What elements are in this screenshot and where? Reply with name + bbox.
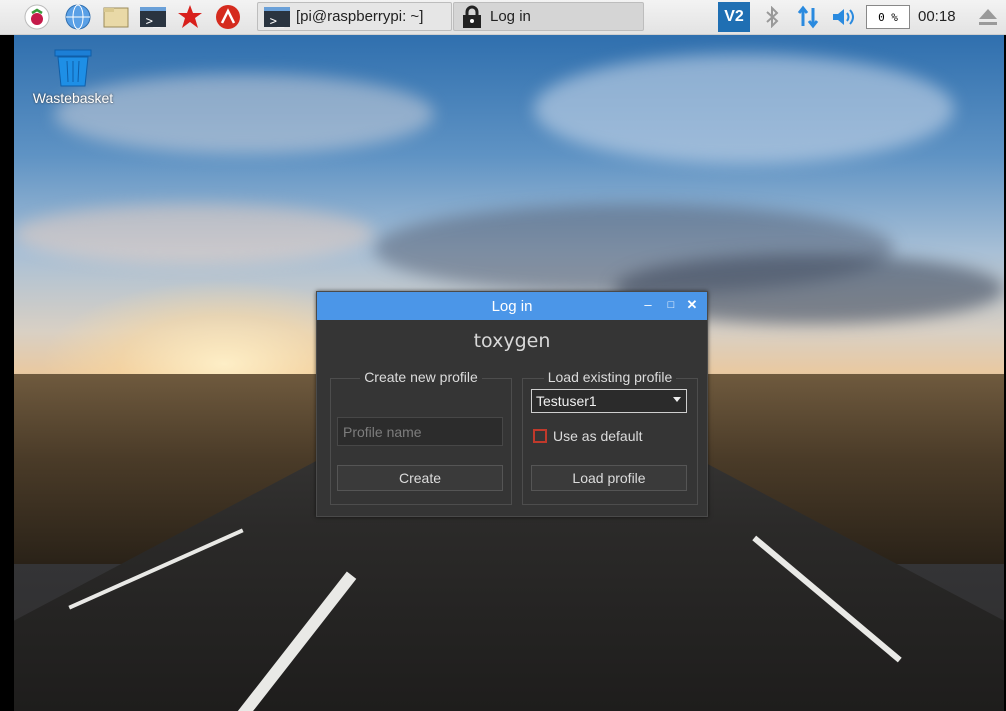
raspberry-menu-icon[interactable] xyxy=(23,3,51,31)
cpu-usage: 0 % xyxy=(878,10,898,24)
desktop-icon-wastebasket[interactable]: Wastebasket xyxy=(26,44,120,106)
cloud xyxy=(534,54,954,164)
profile-name-placeholder: Profile name xyxy=(343,423,422,440)
app-name: toxygen xyxy=(473,330,551,352)
taskbar: >_ >_ [pi@raspberrypi: ~] Log in V2 0 % … xyxy=(0,0,1006,35)
desktop-icon-label: Wastebasket xyxy=(32,90,114,106)
login-dialog: Log in – □ ✕ toxygen Create new profile … xyxy=(316,291,708,517)
volume-icon[interactable] xyxy=(830,3,858,31)
task-terminal[interactable]: >_ [pi@raspberrypi: ~] xyxy=(257,2,452,31)
bluetooth-icon[interactable] xyxy=(758,3,786,31)
web-browser-icon[interactable] xyxy=(64,3,92,31)
create-button-label: Create xyxy=(398,470,442,486)
vnc-tray-icon[interactable]: V2 xyxy=(718,2,750,32)
task-label: Log in xyxy=(490,8,531,25)
lock-icon xyxy=(460,5,484,29)
cpu-monitor[interactable]: 0 % xyxy=(866,5,910,29)
wastebasket-icon xyxy=(53,48,93,88)
load-profile-button[interactable]: Load profile xyxy=(531,465,687,491)
task-label: [pi@raspberrypi: ~] xyxy=(296,8,424,25)
wolfram-icon[interactable] xyxy=(214,3,242,31)
close-button[interactable]: ✕ xyxy=(683,296,701,314)
create-group-title: Create new profile xyxy=(360,369,482,385)
file-manager-icon[interactable] xyxy=(102,3,130,31)
group-title: Load existing profile xyxy=(523,369,697,385)
vnc-label: V2 xyxy=(724,8,744,25)
profile-name-input[interactable]: Profile name xyxy=(337,417,503,446)
load-profile-button-label: Load profile xyxy=(572,470,646,486)
terminal-icon[interactable]: >_ xyxy=(139,3,167,31)
chevron-down-icon xyxy=(673,397,681,402)
terminal-icon: >_ xyxy=(264,6,290,28)
group-title: Create new profile xyxy=(331,369,511,385)
clock[interactable]: 00:18 xyxy=(918,8,956,25)
dialog-titlebar[interactable]: Log in – □ ✕ xyxy=(317,292,707,320)
create-button[interactable]: Create xyxy=(337,465,503,491)
use-as-default-checkbox[interactable] xyxy=(533,429,547,443)
network-icon[interactable] xyxy=(794,3,822,31)
mathematica-icon[interactable] xyxy=(176,3,204,31)
minimize-button[interactable]: – xyxy=(639,296,657,314)
profile-select[interactable]: Testuser1 xyxy=(531,389,687,413)
eject-icon[interactable] xyxy=(974,3,1002,31)
task-login[interactable]: Log in xyxy=(453,2,644,31)
cloud xyxy=(14,204,374,264)
maximize-button[interactable]: □ xyxy=(662,296,680,314)
use-as-default-label[interactable]: Use as default xyxy=(553,428,643,444)
load-group-title: Load existing profile xyxy=(543,369,677,385)
selected-profile: Testuser1 xyxy=(536,393,597,409)
